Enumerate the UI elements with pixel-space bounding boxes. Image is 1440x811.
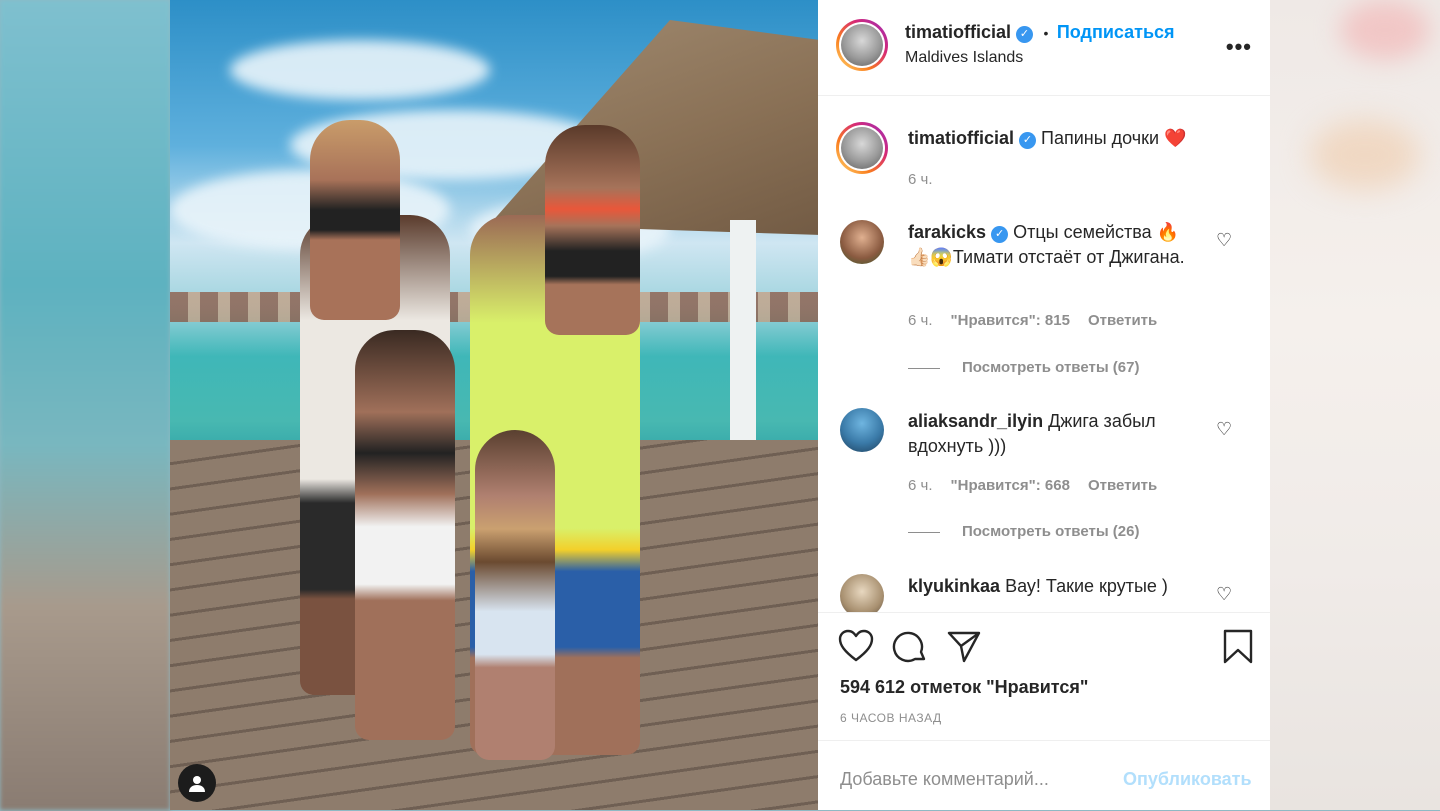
caption-text: Папины дочки — [1041, 128, 1160, 148]
post-actions: 594 612 отметок "Нравится" 6 ЧАСОВ НАЗАД — [818, 612, 1270, 741]
commenter-avatar[interactable] — [840, 574, 884, 612]
post-location[interactable]: Maldives Islands — [905, 49, 1023, 67]
tagged-users-icon[interactable] — [178, 764, 216, 802]
comment-author[interactable]: klyukinkaa — [908, 576, 1000, 596]
comment-meta: 6 ч. "Нравится": 815 Ответить — [908, 312, 1157, 329]
comment-time: 6 ч. — [908, 312, 933, 329]
likes-count[interactable]: 594 612 отметок "Нравится" — [840, 677, 1088, 698]
follow-button[interactable]: Подписаться — [1057, 22, 1175, 42]
verified-badge-icon: ✓ — [1016, 26, 1034, 43]
verified-badge-icon: ✓ — [1019, 132, 1037, 149]
person-girl-center — [355, 330, 455, 740]
person-girl-top-right — [545, 125, 640, 335]
comment-author[interactable]: farakicks — [908, 222, 986, 242]
comments-list[interactable]: timatiofficial ✓ Папины дочки ❤️ 6 ч. far… — [818, 96, 1270, 612]
comment-time: 6 ч. — [908, 477, 933, 494]
comment: farakicks ✓ Отцы семейства 🔥 👍🏻😱Тимати от… — [908, 220, 1198, 270]
post-photo[interactable] — [170, 0, 818, 810]
person-girl-small — [475, 430, 555, 760]
comment-icon[interactable] — [892, 629, 928, 670]
author-avatar[interactable] — [836, 19, 888, 71]
separator-dot: • — [1043, 25, 1049, 41]
comment-author[interactable]: aliaksandr_ilyin — [908, 411, 1043, 431]
comment: aliaksandr_ilyin Джига забыл вдохнуть ))… — [908, 409, 1198, 459]
post-header: timatiofficial ✓ • Подписаться Maldives I… — [818, 0, 1270, 96]
reply-button[interactable]: Ответить — [1088, 312, 1157, 329]
background-right-blur — [1270, 0, 1440, 810]
publish-button[interactable]: Опубликовать — [1123, 769, 1252, 790]
caption-time: 6 ч. — [908, 171, 933, 188]
comment-likes[interactable]: "Нравится": 815 — [951, 312, 1070, 329]
bookmark-icon[interactable] — [1222, 629, 1254, 670]
paper-plane-icon[interactable] — [946, 629, 982, 670]
post-panel: timatiofficial ✓ • Подписаться Maldives I… — [818, 0, 1270, 810]
caption-author[interactable]: timatiofficial — [908, 128, 1014, 148]
heart-emoji: ❤️ — [1164, 128, 1187, 148]
post-time: 6 ЧАСОВ НАЗАД — [840, 711, 942, 725]
reply-button[interactable]: Ответить — [1088, 477, 1157, 494]
comment: klyukinkaa Вау! Такие крутые ) — [908, 574, 1198, 599]
add-comment-bar: Опубликовать — [818, 740, 1270, 811]
background-left-blur — [0, 0, 170, 810]
view-replies-button[interactable]: Посмотреть ответы (26) — [908, 523, 1139, 540]
more-horizontal-icon[interactable]: ••• — [1226, 34, 1252, 60]
view-replies-button[interactable]: Посмотреть ответы (67) — [908, 359, 1139, 376]
author-username[interactable]: timatiofficial — [905, 22, 1011, 42]
commenter-avatar[interactable] — [840, 220, 884, 264]
commenter-avatar[interactable] — [840, 408, 884, 452]
comment-like-icon[interactable]: ♡ — [1216, 584, 1232, 605]
comment-like-icon[interactable]: ♡ — [1216, 419, 1232, 440]
person-girl-top-left — [310, 120, 400, 320]
comment-like-icon[interactable]: ♡ — [1216, 230, 1232, 251]
comment-meta: 6 ч. "Нравится": 668 Ответить — [908, 477, 1157, 494]
comment-text: Вау! Такие крутые ) — [1005, 576, 1168, 596]
verified-badge-icon: ✓ — [991, 226, 1009, 243]
caption-author-avatar[interactable] — [836, 122, 888, 174]
heart-icon[interactable] — [838, 629, 874, 668]
comment-likes[interactable]: "Нравится": 668 — [951, 477, 1070, 494]
caption: timatiofficial ✓ Папины дочки ❤️ — [908, 126, 1228, 151]
comment-input[interactable] — [840, 769, 1110, 790]
